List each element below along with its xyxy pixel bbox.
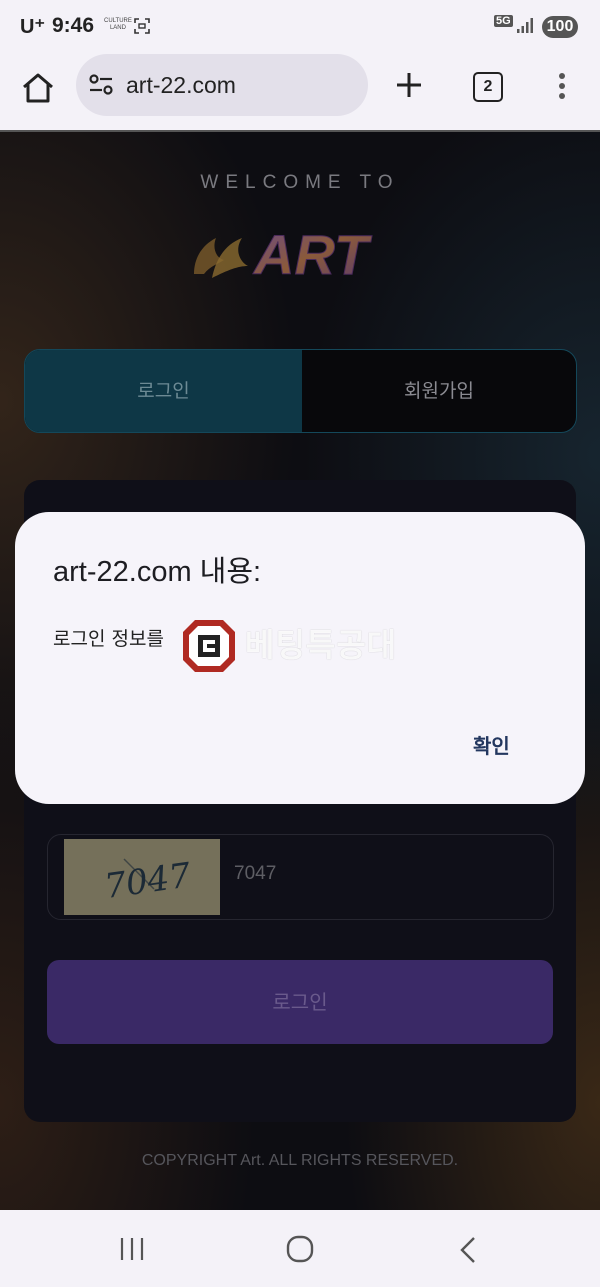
home-icon[interactable]: [20, 70, 56, 106]
watermark-emblem-icon: [183, 620, 235, 672]
art-logo: ART: [194, 223, 373, 284]
status-bar: U⁺ 9:46 CULTURE LAND 5G 100: [0, 0, 600, 54]
more-vert-icon[interactable]: [552, 70, 572, 102]
carrier-label: U⁺: [20, 16, 45, 38]
svg-text:ART: ART: [252, 223, 373, 284]
alert-dialog: art-22.com 내용: 로그인 정보를 베팅특공대 확인: [15, 512, 585, 804]
captcha-image: 7047: [64, 839, 220, 915]
watermark-text: 베팅특공대: [245, 626, 398, 664]
network-type: 5G: [494, 15, 513, 27]
captcha-input[interactable]: 7047: [234, 863, 276, 885]
captcha-field[interactable]: 7047 7047: [47, 834, 554, 920]
tab-login[interactable]: 로그인: [25, 350, 302, 432]
home-circle-icon[interactable]: [286, 1235, 314, 1263]
dialog-title: art-22.com 내용:: [53, 556, 262, 588]
battery-indicator: 100: [542, 16, 578, 38]
signal-icon: [517, 18, 533, 33]
browser-toolbar: art-22.com 2: [0, 54, 600, 132]
clock: 9:46: [52, 14, 95, 37]
copyright-text: COPYRIGHT Art. ALL RIGHTS RESERVED.: [141, 1152, 459, 1169]
address-bar[interactable]: art-22.com: [76, 54, 368, 116]
url-text[interactable]: art-22.com: [126, 72, 236, 99]
dialog-message: 로그인 정보를: [53, 628, 164, 650]
confirm-button[interactable]: 확인: [455, 726, 528, 763]
back-icon[interactable]: [458, 1236, 478, 1264]
watermark-overlay: 베팅특공대: [181, 616, 441, 672]
auth-tabs: 로그인 회원가입: [24, 349, 577, 433]
tabs-icon[interactable]: 2: [473, 72, 503, 102]
login-button[interactable]: 로그인: [47, 960, 553, 1044]
system-nav-bar: [0, 1210, 600, 1287]
recent-apps-icon[interactable]: [118, 1236, 146, 1262]
culture-land-icon: CULTURE LAND: [104, 18, 132, 31]
site-settings-icon[interactable]: [88, 74, 114, 96]
screenshot-icon: [134, 18, 150, 34]
plus-icon[interactable]: [392, 68, 426, 102]
welcome-heading: WELCOME TO: [200, 172, 400, 193]
tab-signup[interactable]: 회원가입: [302, 350, 576, 432]
